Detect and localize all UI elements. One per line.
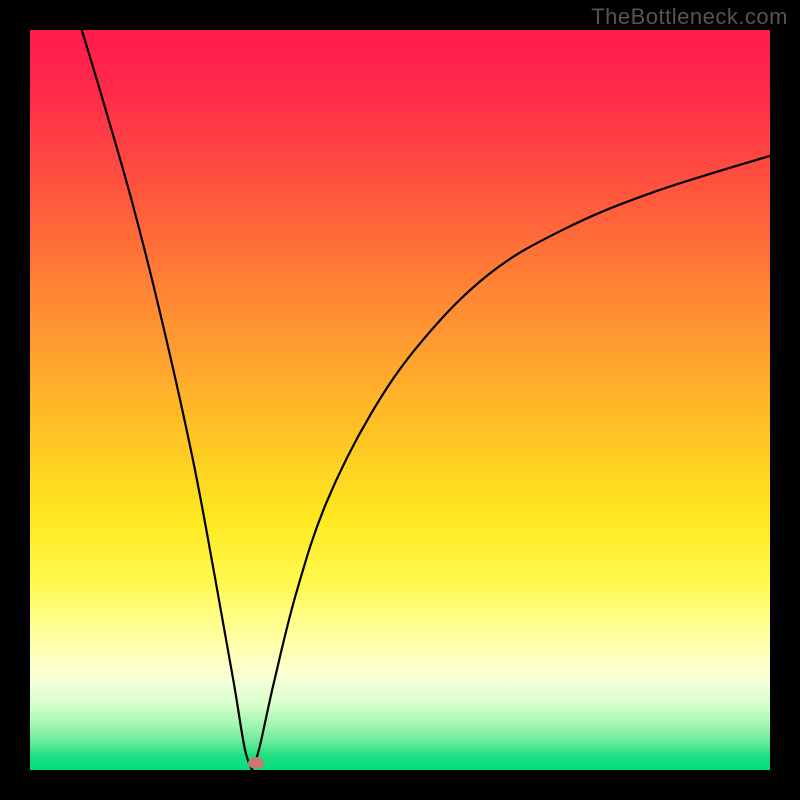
- plot-area: [30, 30, 770, 770]
- optimal-point-marker: [248, 757, 264, 769]
- watermark: TheBottleneck.com: [591, 4, 788, 30]
- bottleneck-curve: [30, 30, 770, 770]
